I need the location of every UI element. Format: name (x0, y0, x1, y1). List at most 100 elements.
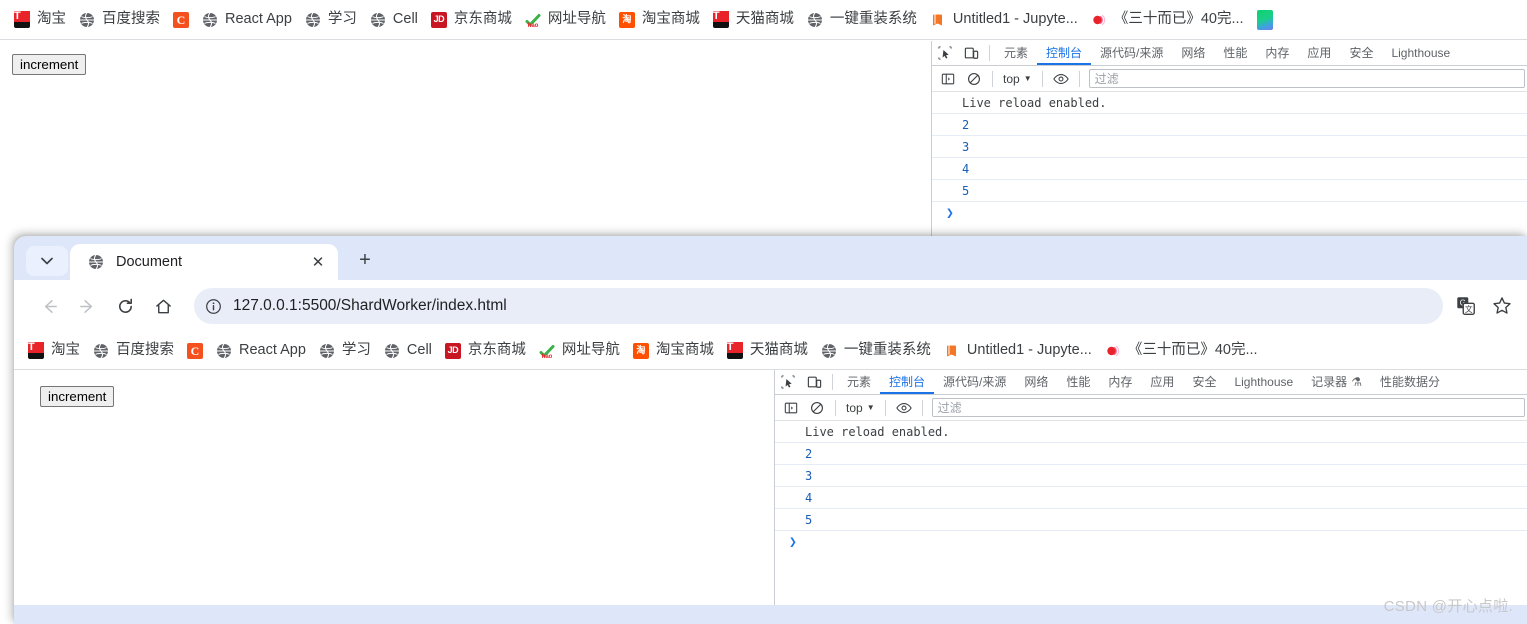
bookmark-item[interactable]: 淘宝 (10, 9, 75, 31)
bookmark-item[interactable]: C (169, 9, 198, 31)
devtools-tab-控制台[interactable]: 控制台 (880, 370, 934, 394)
devtools-tab-安全[interactable]: 安全 (1340, 41, 1382, 65)
devtools-tab-Lighthouse[interactable]: Lighthouse (1225, 370, 1302, 394)
bookmark-label: Untitled1 - Jupyte... (952, 11, 1078, 28)
devtools-tab-源代码/来源[interactable]: 源代码/来源 (934, 370, 1015, 394)
clear-console-icon[interactable] (804, 396, 830, 420)
devtools-tab-安全[interactable]: 安全 (1183, 370, 1225, 394)
reload-button[interactable] (108, 289, 142, 323)
device-toolbar-icon[interactable] (958, 41, 984, 65)
devtools-tab-性能[interactable]: 性能 (1214, 41, 1256, 65)
toolbar-divider (1041, 70, 1043, 87)
bookmark-item[interactable]: 一键重装系统 (803, 9, 926, 31)
console-filter-input[interactable]: 过滤 (931, 398, 1525, 417)
console-filter-input[interactable]: 过滤 (1088, 69, 1525, 88)
devtools-tab-应用[interactable]: 应用 (1141, 370, 1183, 394)
inspect-element-icon[interactable] (932, 41, 958, 65)
globe-icon (305, 12, 321, 28)
bookmark-item[interactable]: 淘宝 (24, 340, 89, 362)
bookmark-item[interactable]: 学习 (315, 340, 380, 362)
home-button[interactable] (146, 289, 180, 323)
live-expression-eye-icon[interactable] (891, 396, 917, 420)
browser-tab-document[interactable]: Document ✕ (70, 244, 338, 280)
devtools-tab-内存[interactable]: 内存 (1099, 370, 1141, 394)
increment-button-background[interactable]: increment (12, 54, 87, 75)
bookmark-label: 天猫商城 (735, 11, 794, 28)
bookmark-item[interactable]: C (183, 340, 212, 362)
toolbar-divider (992, 70, 993, 87)
devtools-tab-网络[interactable]: 网络 (1172, 41, 1214, 65)
toolbar-divider (835, 399, 836, 416)
bookmark-item[interactable]: hao 网址导航 (521, 9, 615, 31)
console-log-row: 5 (775, 509, 1527, 531)
bookmark-label: 《三十而已》40完... (1113, 11, 1244, 28)
bookmark-item[interactable]: Untitled1 - Jupyte... (940, 340, 1101, 362)
console-toolbar-foreground: top ▼ 过滤 (775, 395, 1527, 421)
inspect-element-icon[interactable] (775, 370, 801, 394)
devtools-tab-元素[interactable]: 元素 (995, 41, 1037, 65)
bookmark-item[interactable]: 学习 (301, 9, 366, 31)
bookmark-item[interactable]: 天猫商城 (709, 9, 803, 31)
bookmark-star-icon[interactable] (1491, 295, 1513, 317)
devtools-tab-性能[interactable]: 性能 (1057, 370, 1099, 394)
bookmark-label: 学习 (341, 342, 371, 359)
bookmark-label: 京东商城 (467, 342, 526, 359)
forward-button[interactable] (70, 289, 104, 323)
console-prompt[interactable]: ❯ (932, 202, 1527, 224)
console-output-foreground: Live reload enabled. 2 3 4 5 ❯ (775, 421, 1527, 553)
bookmark-item[interactable]: 百度搜索 (75, 9, 169, 31)
console-prompt[interactable]: ❯ (775, 531, 1527, 553)
bookmark-item[interactable]: JD 京东商城 (427, 9, 521, 31)
close-icon[interactable]: ✕ (308, 252, 328, 272)
bookmark-item[interactable]: hao 网址导航 (535, 340, 629, 362)
live-expression-eye-icon[interactable] (1048, 67, 1074, 91)
devtools-tab-Lighthouse[interactable]: Lighthouse (1382, 41, 1459, 65)
devtools-tab-应用[interactable]: 应用 (1298, 41, 1340, 65)
bookmark-label: 淘宝 (51, 342, 80, 359)
screenshot-root: 淘宝百度搜索CReact App学习CellJD京东商城hao网址导航淘淘宝商城… (0, 0, 1527, 624)
execution-context-dropdown[interactable]: top ▼ (998, 69, 1037, 89)
bookmark-item[interactable]: 《三十而已》40完... (1087, 9, 1253, 31)
bookmark-item[interactable]: JD 京东商城 (441, 340, 535, 362)
bookmark-item[interactable]: Untitled1 - Jupyte... (926, 9, 1087, 31)
clear-console-icon[interactable] (961, 67, 987, 91)
bookmark-item[interactable] (1253, 7, 1282, 33)
console-log-text: 2 (805, 446, 813, 461)
bookmark-item[interactable]: 一键重装系统 (817, 340, 940, 362)
devtools-tab-控制台[interactable]: 控制台 (1037, 41, 1091, 65)
new-tab-button[interactable]: + (348, 243, 382, 277)
taobao-orange-icon: 淘 (632, 342, 649, 359)
back-button[interactable] (32, 289, 66, 323)
bookmark-label: 天猫商城 (749, 342, 808, 359)
tab-search-button[interactable] (26, 246, 68, 276)
devtools-tab-网络[interactable]: 网络 (1015, 370, 1057, 394)
translate-icon[interactable]: G 文 (1455, 295, 1477, 317)
bookmark-item[interactable]: 淘淘宝商城 (615, 9, 709, 31)
bookmark-item[interactable]: 百度搜索 (89, 340, 183, 362)
bookmark-item[interactable]: 《三十而已》40完... (1101, 340, 1267, 362)
bookmark-item[interactable]: Cell (380, 340, 441, 362)
toolbar-divider (989, 45, 990, 61)
bookmark-label: 淘宝 (37, 11, 66, 28)
devtools-tab-源代码/来源[interactable]: 源代码/来源 (1091, 41, 1172, 65)
globe-icon (216, 343, 232, 359)
devtools-tab-元素[interactable]: 元素 (838, 370, 880, 394)
devtools-tab-记录器[interactable]: 记录器 ⚗ (1302, 370, 1371, 394)
bookmark-item[interactable]: React App (198, 9, 301, 31)
address-bar[interactable]: 127.0.0.1:5500/ShardWorker/index.html (194, 288, 1443, 324)
console-sidebar-icon[interactable] (935, 67, 961, 91)
increment-button-foreground[interactable]: increment (40, 386, 115, 407)
bookmark-item[interactable]: React App (212, 340, 315, 362)
svg-text:文: 文 (1465, 304, 1473, 314)
device-toolbar-icon[interactable] (801, 370, 827, 394)
bookmark-item[interactable]: Cell (366, 9, 427, 31)
bookmark-item[interactable]: 淘淘宝商城 (629, 340, 723, 362)
site-info-icon[interactable] (205, 298, 222, 315)
devtools-tab-性能数据分[interactable]: 性能数据分 (1371, 370, 1449, 394)
execution-context-dropdown[interactable]: top ▼ (841, 398, 880, 418)
chevron-down-icon: ▼ (866, 402, 875, 412)
bookmark-item[interactable]: 天猫商城 (723, 340, 817, 362)
devtools-tab-内存[interactable]: 内存 (1256, 41, 1298, 65)
console-sidebar-icon[interactable] (778, 396, 804, 420)
devtools-tabs-foreground: 元素 控制台 源代码/来源 网络 性能 内存 应用 安全 Lighthouse 记录器 ⚗ 性能数据分 (838, 370, 1449, 394)
